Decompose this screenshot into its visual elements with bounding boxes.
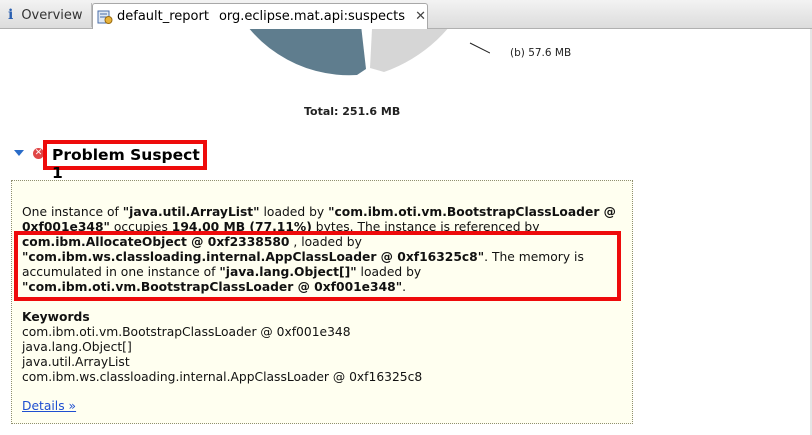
problem-suspect-title: Problem Suspect 1 <box>43 140 207 182</box>
desc-text: bytes. The instance is referenced by <box>311 220 540 234</box>
pie-total-label: Total: 251.6 MB <box>304 105 401 118</box>
desc-text: , loaded by <box>289 235 362 249</box>
close-icon[interactable]: ✕ <box>415 9 426 24</box>
keyword-item: java.lang.Object[] <box>22 340 132 354</box>
desc-classloader: "com.ibm.oti.vm.BootstrapClassLoader @ 0… <box>22 280 403 294</box>
keyword-item: java.util.ArrayList <box>22 355 130 369</box>
heap-report-icon <box>97 10 113 24</box>
details-link[interactable]: Details » <box>22 399 76 413</box>
editor-tab-bar: i Overview default_report org.eclipse.ma… <box>0 0 812 29</box>
desc-text: . <box>402 280 407 294</box>
keywords-section: Keywords com.ibm.oti.vm.BootstrapClassLo… <box>22 310 422 385</box>
info-icon: i <box>8 7 14 23</box>
desc-text: loaded by <box>356 265 422 279</box>
tab-overview-label: Overview <box>21 7 83 23</box>
tab-overview[interactable]: i Overview <box>0 3 92 27</box>
pie-chart <box>249 29 490 76</box>
desc-class: "java.util.ArrayList" <box>122 205 260 219</box>
keyword-item: com.ibm.ws.classloading.internal.AppClas… <box>22 370 423 384</box>
expand-collapse-icon[interactable] <box>14 150 24 156</box>
tab-report-query: org.eclipse.mat.api:suspects <box>218 9 406 24</box>
pie-leader-line <box>469 42 490 54</box>
desc-text: loaded by <box>259 205 329 219</box>
desc-text: One instance of <box>22 205 123 219</box>
keywords-heading: Keywords <box>22 310 90 324</box>
desc-class: "java.lang.Object[]" <box>219 265 357 279</box>
desc-retained-size: 194.00 MB (77.11%) <box>171 220 312 234</box>
pie-slice-b <box>370 29 448 72</box>
pie-slice-a <box>249 29 366 76</box>
tab-suspects-report[interactable]: default_report org.eclipse.mat.api:suspe… <box>92 3 428 29</box>
suspect-description: One instance of "java.util.ArrayList" lo… <box>22 205 620 295</box>
desc-classloader: "com.ibm.ws.classloading.internal.AppCla… <box>22 250 485 264</box>
desc-referencing-object: com.ibm.AllocateObject @ 0xf2338580 <box>22 235 290 249</box>
tab-report-name: default_report <box>117 9 209 24</box>
pie-slice-b-label: (b) 57.6 MB <box>510 47 572 59</box>
desc-text: occupies <box>109 220 172 234</box>
keyword-item: com.ibm.oti.vm.BootstrapClassLoader @ 0x… <box>22 325 351 339</box>
